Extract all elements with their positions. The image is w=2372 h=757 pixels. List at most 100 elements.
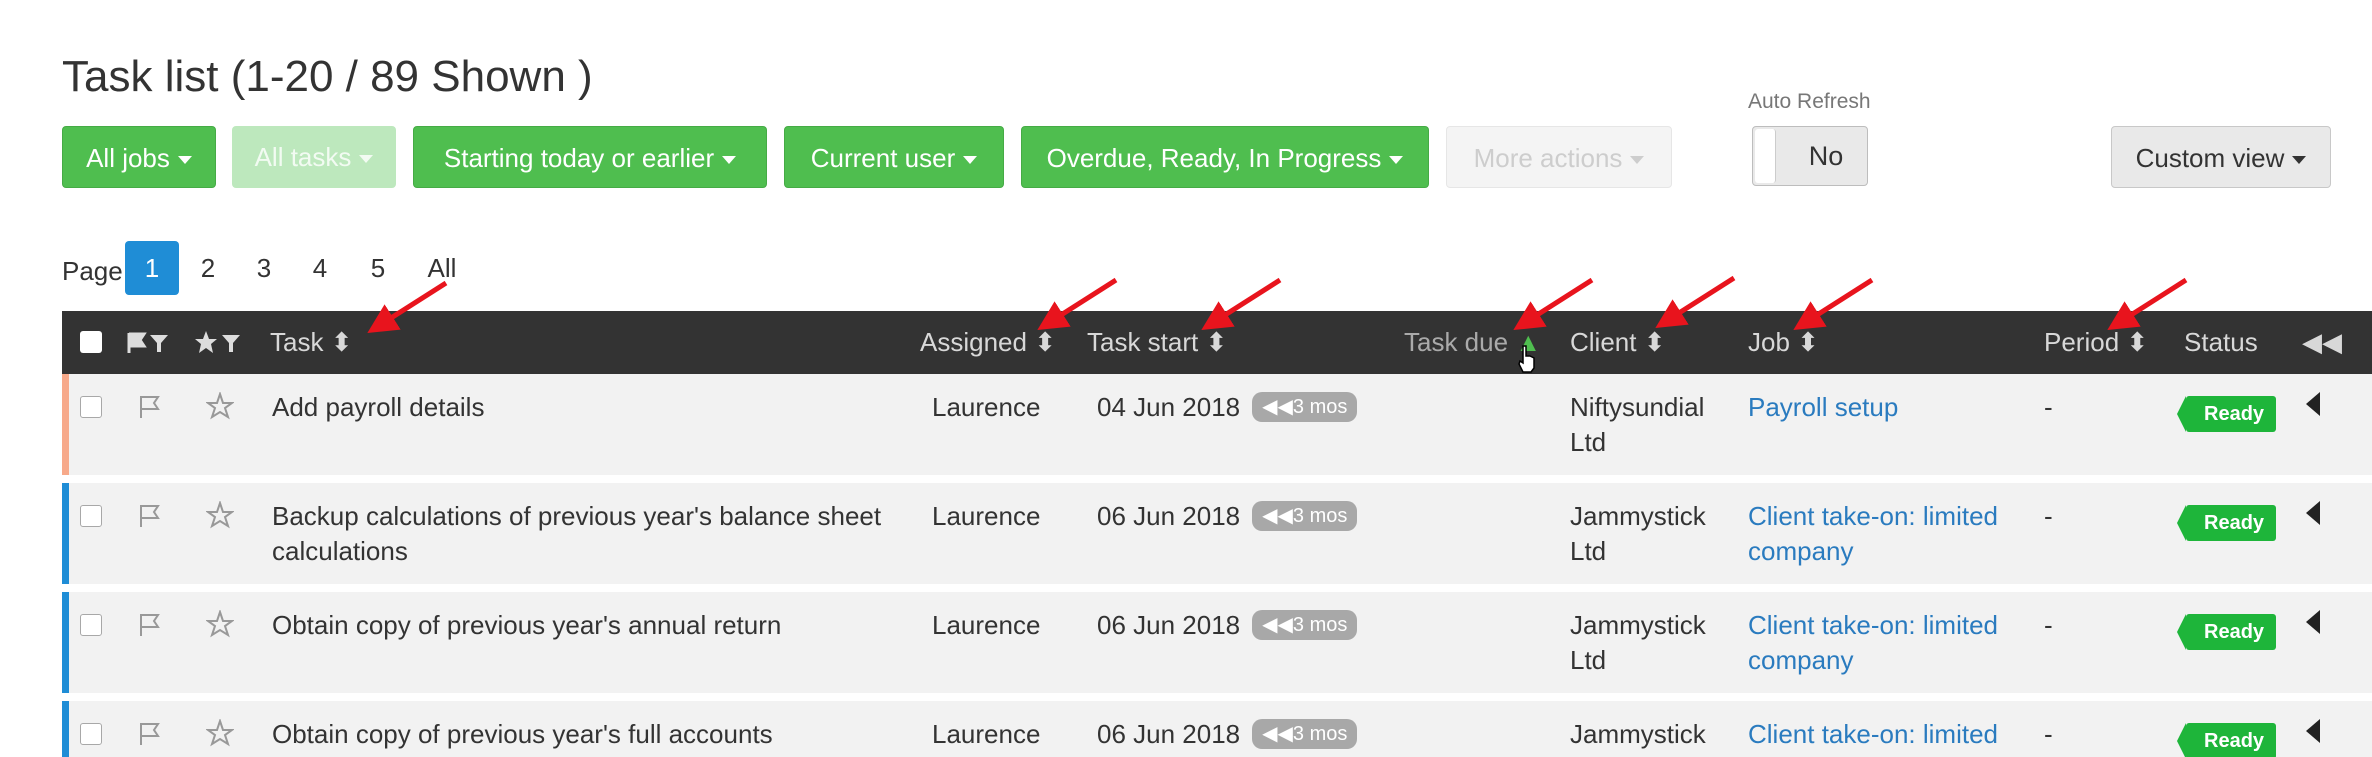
expand-row-icon[interactable] bbox=[2306, 610, 2320, 634]
collapse-all-icon[interactable]: ◀◀ bbox=[2302, 311, 2342, 374]
task-name[interactable]: Obtain copy of previous year's full acco… bbox=[272, 717, 912, 752]
user-filter-label: Current user bbox=[810, 143, 956, 173]
expand-row-icon[interactable] bbox=[2306, 719, 2320, 743]
all-jobs-filter-button[interactable]: All jobs bbox=[62, 126, 216, 188]
auto-refresh-label: Auto Refresh bbox=[1748, 90, 1871, 113]
task-name[interactable]: Obtain copy of previous year's annual re… bbox=[272, 608, 912, 643]
column-job-label: Job bbox=[1748, 327, 1790, 357]
chevron-down-icon bbox=[359, 155, 374, 164]
status-badge: Ready bbox=[2176, 614, 2277, 650]
row-checkbox[interactable] bbox=[80, 396, 102, 418]
row-checkbox[interactable] bbox=[80, 723, 102, 745]
status-filter-button[interactable]: Overdue, Ready, In Progress bbox=[1021, 126, 1429, 188]
status-badge: Ready bbox=[2176, 396, 2277, 432]
sort-icon: ⬍ bbox=[1034, 327, 1056, 357]
expand-row-icon[interactable] bbox=[2306, 501, 2320, 525]
column-header-task-start[interactable]: Task start ⬍ bbox=[1087, 311, 1227, 374]
table-row[interactable]: Add payroll details Laurence 04 Jun 2018… bbox=[62, 374, 2372, 475]
column-header-job[interactable]: Job ⬍ bbox=[1748, 311, 1819, 374]
more-actions-button[interactable]: More actions bbox=[1446, 126, 1672, 188]
task-start-date-value: 06 Jun 2018 bbox=[1097, 719, 1241, 749]
column-header-client[interactable]: Client ⬍ bbox=[1570, 311, 1666, 374]
job-link[interactable]: Client take-on: limited company bbox=[1748, 608, 2028, 678]
page-title: Task list (1-20 / 89 Shown ) bbox=[62, 52, 593, 101]
elapsed-value: 3 mos bbox=[1292, 505, 1348, 528]
flag-icon[interactable] bbox=[138, 612, 164, 638]
table-row[interactable]: Obtain copy of previous year's full acco… bbox=[62, 701, 2372, 757]
page-link-1[interactable]: 1 bbox=[125, 241, 179, 295]
page-link-3[interactable]: 3 bbox=[252, 241, 276, 295]
column-task-label: Task bbox=[270, 327, 324, 357]
job-link[interactable]: Client take-on: limited company bbox=[1748, 499, 2028, 569]
column-header-period[interactable]: Period ⬍ bbox=[2044, 311, 2148, 374]
star-icon[interactable] bbox=[206, 610, 234, 638]
elapsed-badge: ◀◀3 mos bbox=[1252, 610, 1358, 641]
rewind-icon: ◀◀ bbox=[1262, 723, 1293, 746]
all-tasks-filter-button[interactable]: All tasks bbox=[232, 126, 396, 188]
expand-row-icon[interactable] bbox=[2306, 392, 2320, 416]
table-row[interactable]: Obtain copy of previous year's annual re… bbox=[62, 592, 2372, 693]
flag-icon[interactable] bbox=[138, 394, 164, 420]
auto-refresh-toggle[interactable]: No bbox=[1752, 126, 1868, 186]
period-value: - bbox=[2044, 610, 2053, 640]
period-value: - bbox=[2044, 719, 2053, 749]
task-start-date: 04 Jun 2018 ◀◀3 mos bbox=[1097, 390, 1358, 425]
column-period-label: Period bbox=[2044, 327, 2120, 357]
job-link[interactable]: Client take-on: limited company bbox=[1748, 717, 2028, 757]
column-header-assigned[interactable]: Assigned ⬍ bbox=[920, 311, 1056, 374]
flag-icon[interactable] bbox=[138, 503, 164, 529]
task-start-date: 06 Jun 2018 ◀◀3 mos bbox=[1097, 499, 1358, 534]
job-link[interactable]: Payroll setup bbox=[1748, 390, 2028, 425]
row-accent-bar bbox=[62, 483, 69, 584]
chevron-down-icon bbox=[2292, 156, 2307, 165]
assigned-user: Laurence bbox=[932, 501, 1041, 531]
task-start-date-value: 06 Jun 2018 bbox=[1097, 610, 1241, 640]
star-icon[interactable] bbox=[206, 719, 234, 747]
assigned-user: Laurence bbox=[932, 719, 1041, 749]
sort-icon: ⬍ bbox=[2126, 327, 2149, 357]
page-link-4[interactable]: 4 bbox=[308, 241, 332, 295]
custom-view-label: Custom view bbox=[2135, 143, 2285, 173]
row-checkbox[interactable] bbox=[80, 614, 102, 636]
star-icon[interactable] bbox=[206, 392, 234, 420]
hand-cursor-icon bbox=[1518, 345, 1535, 373]
rewind-icon: ◀◀ bbox=[1262, 614, 1293, 637]
page-link-all[interactable]: All bbox=[424, 241, 460, 295]
column-header-status: Status bbox=[2184, 327, 2258, 357]
star-icon[interactable] bbox=[206, 501, 234, 529]
column-header-task[interactable]: Task ⬍ bbox=[270, 311, 353, 374]
column-assigned-label: Assigned bbox=[920, 327, 1027, 357]
elapsed-value: 3 mos bbox=[1292, 614, 1348, 637]
page-link-5[interactable]: 5 bbox=[366, 241, 390, 295]
chevron-down-icon bbox=[1389, 156, 1404, 165]
status-badge: Ready bbox=[2176, 505, 2277, 541]
start-date-filter-button[interactable]: Starting today or earlier bbox=[413, 126, 767, 188]
row-accent-bar bbox=[62, 592, 69, 693]
column-task-start-label: Task start bbox=[1087, 327, 1199, 357]
select-all-checkbox[interactable] bbox=[80, 331, 102, 353]
sort-icon: ⬍ bbox=[1797, 327, 1819, 357]
flag-filter-icon[interactable] bbox=[126, 331, 178, 355]
column-task-due-label: Task due bbox=[1404, 327, 1509, 357]
custom-view-button[interactable]: Custom view bbox=[2111, 126, 2331, 188]
user-filter-button[interactable]: Current user bbox=[784, 126, 1004, 188]
elapsed-badge: ◀◀3 mos bbox=[1252, 719, 1358, 750]
elapsed-badge: ◀◀3 mos bbox=[1252, 392, 1358, 423]
table-row[interactable]: Backup calculations of previous year's b… bbox=[62, 483, 2372, 584]
client-name: Niftysundial Ltd bbox=[1570, 392, 1705, 457]
all-tasks-label: All tasks bbox=[254, 142, 352, 172]
task-name[interactable]: Add payroll details bbox=[272, 390, 912, 425]
table-header: Task ⬍ Assigned ⬍ Task start ⬍ Task due … bbox=[62, 311, 2372, 374]
client-name: Jammystick Ltd bbox=[1570, 610, 1706, 675]
task-start-date: 06 Jun 2018 ◀◀3 mos bbox=[1097, 608, 1358, 643]
row-checkbox[interactable] bbox=[80, 505, 102, 527]
star-filter-icon[interactable] bbox=[194, 330, 246, 356]
task-name[interactable]: Backup calculations of previous year's b… bbox=[272, 499, 912, 569]
sort-icon: ⬍ bbox=[1643, 327, 1666, 357]
flag-icon[interactable] bbox=[138, 721, 164, 747]
start-date-filter-label: Starting today or earlier bbox=[443, 143, 715, 173]
page-link-2[interactable]: 2 bbox=[196, 241, 220, 295]
task-start-date-value: 06 Jun 2018 bbox=[1097, 501, 1241, 531]
rewind-icon: ◀◀ bbox=[1262, 505, 1293, 528]
chevron-down-icon bbox=[1630, 156, 1645, 165]
